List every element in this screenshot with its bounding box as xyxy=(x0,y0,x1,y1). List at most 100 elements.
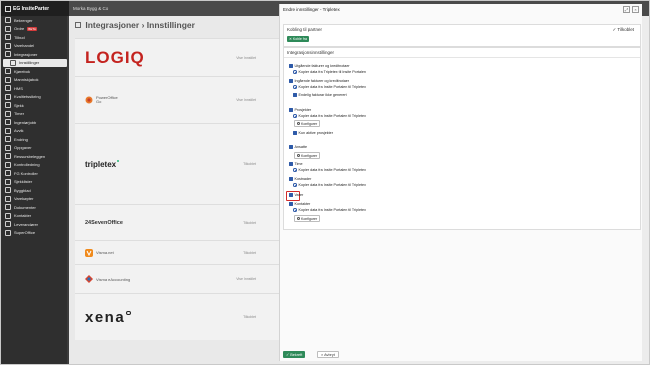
menu-item-icon xyxy=(5,212,11,219)
checkbox-outgoing-invoices[interactable]: Utgående fakturer og kreditnotaer xyxy=(289,64,350,68)
checkbox-items[interactable]: Varer xyxy=(289,193,303,197)
panel-title: Endre innstillinger - Tripletex xyxy=(283,7,340,12)
integration-link[interactable]: Tilkoblet xyxy=(243,221,256,225)
sidebar-item[interactable]: HMS xyxy=(1,84,69,93)
menu-item-icon xyxy=(5,221,11,228)
sidebar-item[interactable]: Endring xyxy=(1,135,69,144)
expand-icon[interactable]: ⤢ xyxy=(623,6,630,13)
checkbox-icon xyxy=(289,145,293,149)
vismanet-logo: Visma.net xyxy=(85,241,114,264)
sidebar-item[interactable]: Kjørebok xyxy=(1,67,69,76)
checkbox-time[interactable]: Time xyxy=(289,162,303,166)
sidebar-item[interactable]: Manniskjabok xyxy=(1,76,69,85)
checkbox-contacts[interactable]: Kontakter xyxy=(289,202,310,206)
radio-icon xyxy=(293,114,297,118)
sidebar-item-label: Kjørebok xyxy=(14,68,31,74)
integration-link[interactable]: Vise Innstilet xyxy=(236,56,256,60)
integration-link[interactable]: Tilkoblet xyxy=(243,162,256,166)
home-icon[interactable] xyxy=(75,22,81,28)
menu-item-icon xyxy=(5,119,11,126)
app-window: EG InsiteParter Bekrenger Ordre BETA Tilbud… xyxy=(0,0,650,365)
integration-card-logiq[interactable]: LOGIQ Vise Innstilet xyxy=(75,38,280,76)
radio-contacts[interactable]: Kopier data fra Insite Portalen til Trip… xyxy=(293,208,366,212)
sidebar-item[interactable]: Varehandel xyxy=(1,42,69,51)
close-icon[interactable]: × xyxy=(632,6,639,13)
sidebar-item[interactable]: Byggblad xyxy=(1,186,69,195)
configure-contacts-button[interactable]: Konfigurer xyxy=(294,215,321,222)
radio-incoming-invoices[interactable]: Kopier data fra Insite Portalen til Trip… xyxy=(293,85,366,89)
integration-card-24sevenoffice[interactable]: 24SevenOffice Tilkoblet xyxy=(75,204,280,240)
integration-link[interactable]: Vise Innstilet xyxy=(236,98,256,102)
sidebar-item-label: Ressursbeleggen xyxy=(14,153,46,159)
sidebar-item[interactable]: FG Kontroller xyxy=(1,169,69,178)
integration-card-visma-eaccounting[interactable]: Visma eAccounting Vise Innstilet xyxy=(75,264,280,293)
settings-header: Integrasjonsinnstillinger xyxy=(284,48,640,58)
integration-link[interactable]: Tilkoblet xyxy=(243,251,256,255)
integrations-page: Integrasjoner › Innstillinger LOGIQ Vise… xyxy=(69,16,280,364)
integration-card-tripletex[interactable]: tripletex Tilkoblet xyxy=(75,123,280,204)
checkbox-icon xyxy=(289,193,293,197)
sidebar-item[interactable]: Ressursbeleggen xyxy=(1,152,69,161)
integration-card-vismanet[interactable]: Visma.net Tilkoblet xyxy=(75,240,280,264)
menu-item-icon xyxy=(5,110,11,117)
menu-item-icon xyxy=(5,85,11,92)
connection-section: Kobling til partner ✓ Tilkoblet ✕ Koble … xyxy=(283,24,641,47)
radio-costs[interactable]: Kopier data fra Insite Portalen til Trip… xyxy=(293,183,366,187)
tripletex-logo: tripletex xyxy=(85,124,120,204)
disconnect-button[interactable]: ✕ Koble fra xyxy=(287,36,309,42)
sidebar-item[interactable]: Ingeniørjobb xyxy=(1,118,69,127)
checkbox-employees[interactable]: Ansatte xyxy=(289,145,307,149)
menu-item-icon xyxy=(5,144,11,151)
checkbox-icon xyxy=(289,162,293,166)
radio-outgoing-invoices[interactable]: Kopier data fra Tripletex til Insite Por… xyxy=(293,70,366,74)
sidebar-item-label: Manniskjabok xyxy=(14,77,39,83)
checkbox-active-projects[interactable]: Kun aktive prosjekter xyxy=(293,131,333,135)
menu-item-icon xyxy=(5,161,11,168)
save-button[interactable]: ✓ Bekreft xyxy=(283,351,306,358)
sidebar-item-label: Leverandører xyxy=(14,221,39,227)
sidebar-item-label: Oppgaver xyxy=(14,145,32,151)
grid-menu-icon[interactable] xyxy=(5,5,11,12)
sidebar-item[interactable]: Kvalitetssikring xyxy=(1,93,69,102)
sidebar-item[interactable]: Oppgaver xyxy=(1,144,69,153)
checkbox-icon xyxy=(289,202,293,206)
sidebar-item[interactable]: Dokumenter xyxy=(1,203,69,212)
configure-employees-button[interactable]: Konfigurer xyxy=(294,152,321,159)
checkbox-incoming-invoices[interactable]: Ingående fakturer og kreditnotaer xyxy=(289,79,349,83)
sidebar-item[interactable]: Ordre BETA xyxy=(1,25,69,34)
sidebar-header: EG InsiteParter xyxy=(1,1,69,16)
sidebar-item[interactable]: SuperOffice xyxy=(1,229,69,238)
connection-status[interactable]: ✓ Tilkoblet xyxy=(612,27,634,33)
radio-time[interactable]: Kopier data fra Insite Portalen til Trip… xyxy=(293,168,366,172)
sidebar-item-label: Sjekklister xyxy=(14,179,33,185)
integration-card-poweroffice[interactable]: PowerOffice Go Vise Innstilet xyxy=(75,76,280,123)
sidebar-item[interactable]: Bekrenger xyxy=(1,16,69,25)
sidebar-item[interactable]: Timer xyxy=(1,110,69,119)
gear-icon xyxy=(297,217,300,220)
sidebar-item[interactable]: Integrasjoner xyxy=(1,50,69,59)
sidebar-item[interactable]: Varekøpter xyxy=(1,195,69,204)
sidebar-item[interactable]: Sjekk xyxy=(1,101,69,110)
integration-card-xena[interactable]: xena Tilkoblet xyxy=(75,293,280,340)
sidebar-item[interactable]: Leverandører xyxy=(1,220,69,229)
sidebar-item-label: Dokumenter xyxy=(14,204,36,210)
sidebar-item[interactable]: Avvik xyxy=(1,127,69,136)
sidebar-item[interactable]: Innstillinger xyxy=(3,58,67,67)
checkbox-invoice-not-generated[interactable]: Endelig fakturar ikke generert xyxy=(293,93,347,97)
configure-projects-button[interactable]: Konfigurer xyxy=(294,120,321,127)
sidebar-item[interactable]: Tilbud xyxy=(1,33,69,42)
sidebar-item[interactable]: Kontakter xyxy=(1,212,69,221)
menu-item-icon xyxy=(5,187,11,194)
integration-settings-section: Integrasjonsinnstillinger Utgående faktu… xyxy=(283,47,641,230)
sidebar-item[interactable]: Kontrolledning xyxy=(1,161,69,170)
integration-link[interactable]: Vise Innstilet xyxy=(236,277,256,281)
integration-link[interactable]: Tilkoblet xyxy=(243,315,256,319)
checkbox-projects[interactable]: Prosjekter xyxy=(289,108,311,112)
menu-item-icon xyxy=(5,93,11,100)
cancel-button[interactable]: × Avbryt xyxy=(317,351,339,358)
tenant-name: Morka Bygg & Co xyxy=(73,6,109,11)
page-title: Integrasjoner › Innstillinger xyxy=(75,20,195,30)
checkbox-costs[interactable]: Kostnader xyxy=(289,177,311,181)
radio-projects[interactable]: Kopier data fra Insite Portalen til Trip… xyxy=(293,114,366,118)
sidebar-item[interactable]: Sjekklister xyxy=(1,178,69,187)
